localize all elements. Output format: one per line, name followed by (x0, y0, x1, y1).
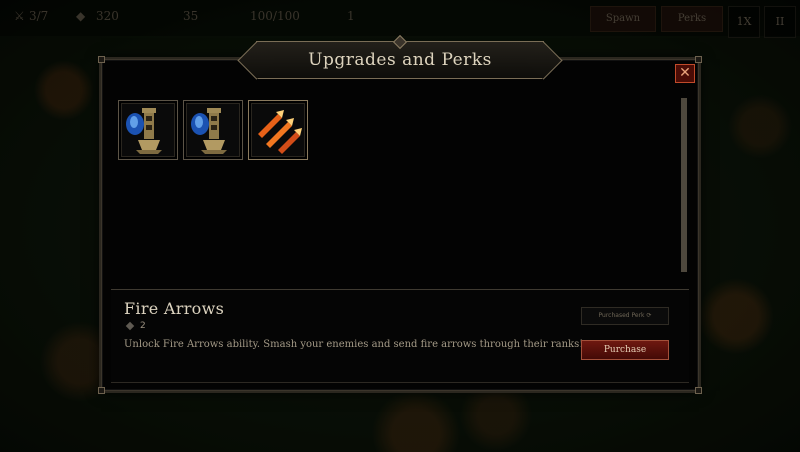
cost-gem-icon (125, 321, 135, 330)
scrollbar-thumb[interactable] (681, 98, 687, 272)
perk-slot-selected[interactable] (248, 100, 308, 160)
corner-ornament (98, 387, 105, 394)
dialog-title: Upgrades and Perks (308, 50, 492, 70)
perk-cost: 2 (125, 321, 146, 331)
perk-cost-value: 2 (140, 321, 146, 331)
corner-ornament (695, 56, 702, 63)
purchase-button[interactable]: Purchase (581, 340, 669, 360)
perk-slot[interactable] (183, 100, 243, 160)
ice-tower-icon (191, 108, 227, 154)
perk-description: Unlock Fire Arrows ability. Smash your e… (124, 339, 584, 350)
perk-slot[interactable] (118, 100, 178, 160)
ice-tower-icon (126, 108, 162, 154)
corner-ornament (98, 56, 105, 63)
purchased-perk-button[interactable]: Purchased Perk ⟳ (581, 307, 669, 325)
fire-arrows-icon (258, 110, 302, 154)
corner-ornament (695, 387, 702, 394)
perk-name: Fire Arrows (124, 299, 225, 318)
close-button[interactable]: ✕ (675, 64, 695, 83)
